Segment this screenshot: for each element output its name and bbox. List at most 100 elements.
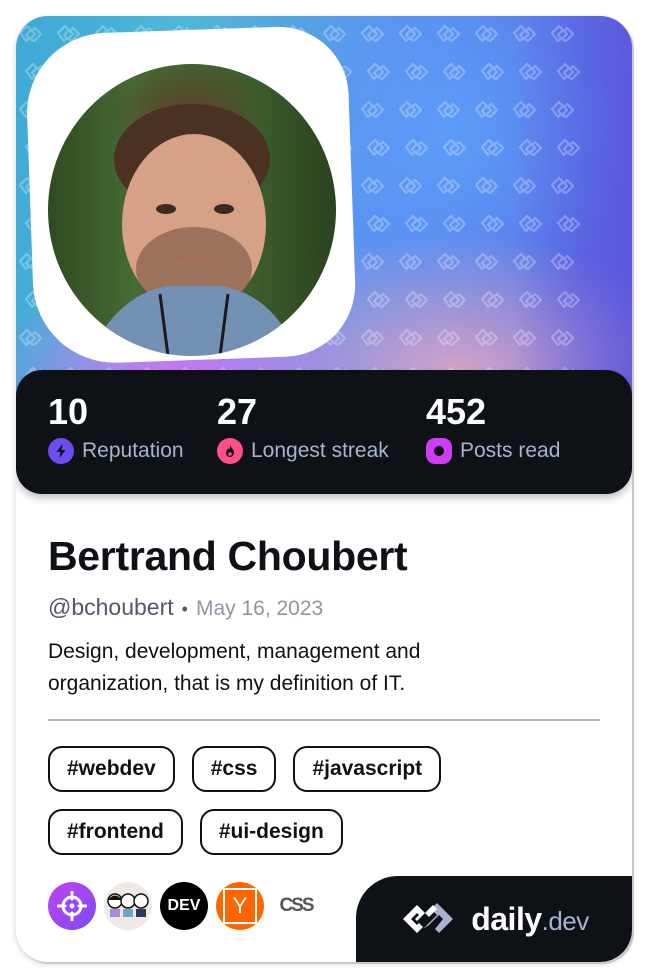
stat-label: Reputation: [82, 439, 184, 462]
tag-chip[interactable]: #webdev: [48, 746, 175, 792]
pattern-logo-icon: [512, 24, 537, 43]
pattern-logo-icon: [18, 24, 43, 43]
tag-chip[interactable]: #css: [191, 746, 277, 792]
pattern-logo-icon: [436, 176, 461, 195]
brand-name-text: daily: [471, 900, 542, 937]
pattern-logo-icon: [512, 100, 537, 119]
crosshair-icon[interactable]: [48, 882, 96, 930]
ring-icon: [426, 438, 452, 464]
daily-dev-logo-icon: [403, 903, 454, 933]
pattern-logo-icon: [480, 62, 505, 81]
avatar: [48, 64, 336, 356]
tag-chip[interactable]: #ui-design: [199, 809, 343, 855]
pattern-logo-icon: [442, 214, 467, 233]
tag-chip[interactable]: #javascript: [293, 746, 442, 792]
pattern-logo-icon: [404, 290, 429, 309]
pattern-logo-icon: [550, 176, 575, 195]
pattern-logo-icon: [474, 100, 499, 119]
pattern-logo-icon: [550, 252, 575, 271]
stats-bar: 10 Reputation 27 Longest streak 452 Post…: [16, 370, 632, 494]
pattern-logo-icon: [480, 214, 505, 233]
pattern-logo-icon: [366, 214, 391, 233]
pattern-logo-icon: [480, 290, 505, 309]
pattern-logo-icon: [398, 328, 423, 347]
pattern-logo-icon: [436, 252, 461, 271]
pattern-logo-icon: [474, 176, 499, 195]
pattern-logo-icon: [18, 328, 43, 347]
pattern-logo-icon: [404, 138, 429, 157]
y-label: Y: [223, 888, 257, 924]
pattern-logo-icon: [436, 100, 461, 119]
source-list: DEV Y CSS: [48, 882, 320, 930]
pattern-logo-icon: [366, 62, 391, 81]
pattern-logo-icon: [366, 138, 391, 157]
tag-list: #webdev #css #javascript #frontend #ui-d…: [48, 746, 588, 855]
pattern-logo-icon: [512, 252, 537, 271]
divider: [48, 719, 600, 721]
css-icon[interactable]: CSS: [272, 882, 320, 930]
stat-reputation: 10 Reputation: [48, 392, 184, 464]
pattern-logo-icon: [474, 328, 499, 347]
stat-label: Longest streak: [251, 439, 389, 462]
pattern-logo-icon: [366, 290, 391, 309]
hero-background: [16, 16, 632, 416]
pattern-logo-icon: [518, 290, 543, 309]
joined-date: May 16, 2023: [195, 597, 324, 620]
pattern-logo-icon: [550, 100, 575, 119]
pattern-logo-icon: [556, 290, 581, 309]
pattern-logo-icon: [404, 62, 429, 81]
profile-name: Bertrand Choubert: [48, 533, 408, 579]
lightning-icon: [48, 438, 74, 464]
dev-label: DEV: [167, 897, 201, 914]
pattern-logo-icon: [436, 24, 461, 43]
css-label: CSS: [279, 895, 314, 916]
pattern-logo-icon: [556, 214, 581, 233]
stat-value: 10: [48, 391, 89, 432]
avatar-photo: [88, 104, 298, 356]
brand-name: daily.dev: [471, 901, 589, 938]
pattern-logo-icon: [360, 328, 385, 347]
pattern-logo-icon: [360, 100, 385, 119]
brand-suffix: .dev: [541, 905, 590, 936]
pattern-logo-icon: [550, 24, 575, 43]
pattern-logo-icon: [556, 138, 581, 157]
pattern-logo-icon: [518, 138, 543, 157]
pattern-logo-icon: [360, 24, 385, 43]
pattern-logo-icon: [474, 252, 499, 271]
pattern-logo-icon: [398, 252, 423, 271]
pattern-logo-icon: [404, 214, 429, 233]
pattern-logo-icon: [518, 214, 543, 233]
pattern-logo-icon: [398, 100, 423, 119]
separator-dot: •: [181, 599, 188, 619]
pattern-logo-icon: [550, 328, 575, 347]
profile-handle[interactable]: @bchoubert: [48, 594, 174, 621]
pattern-logo-icon: [512, 328, 537, 347]
tag-chip[interactable]: #frontend: [48, 809, 183, 855]
characters-icon[interactable]: [104, 882, 152, 930]
stat-posts-read: 452 Posts read: [426, 392, 560, 464]
pattern-logo-icon: [360, 176, 385, 195]
stat-value: 452: [426, 391, 487, 432]
brand-logo: daily.dev: [356, 876, 632, 962]
pattern-logo-icon: [480, 138, 505, 157]
dev-icon[interactable]: DEV: [160, 882, 208, 930]
profile-meta: @bchoubert • May 16, 2023: [48, 594, 323, 621]
flame-icon: [217, 438, 243, 464]
pattern-logo-icon: [474, 24, 499, 43]
pattern-logo-icon: [512, 176, 537, 195]
pattern-logo-icon: [360, 252, 385, 271]
stat-label: Posts read: [460, 439, 561, 462]
pattern-logo-icon: [398, 24, 423, 43]
pattern-logo-icon: [556, 62, 581, 81]
pattern-logo-icon: [442, 62, 467, 81]
devcard: 10 Reputation 27 Longest streak 452 Post…: [16, 16, 632, 962]
profile-bio: Design, development, management and orga…: [48, 640, 421, 695]
stat-longest-streak: 27 Longest streak: [217, 392, 389, 464]
pattern-logo-icon: [398, 176, 423, 195]
pattern-logo-icon: [442, 138, 467, 157]
pattern-logo-icon: [442, 290, 467, 309]
stat-value: 27: [217, 391, 258, 432]
pattern-logo-icon: [322, 24, 347, 43]
y-combinator-icon[interactable]: Y: [216, 882, 264, 930]
pattern-logo-icon: [436, 328, 461, 347]
